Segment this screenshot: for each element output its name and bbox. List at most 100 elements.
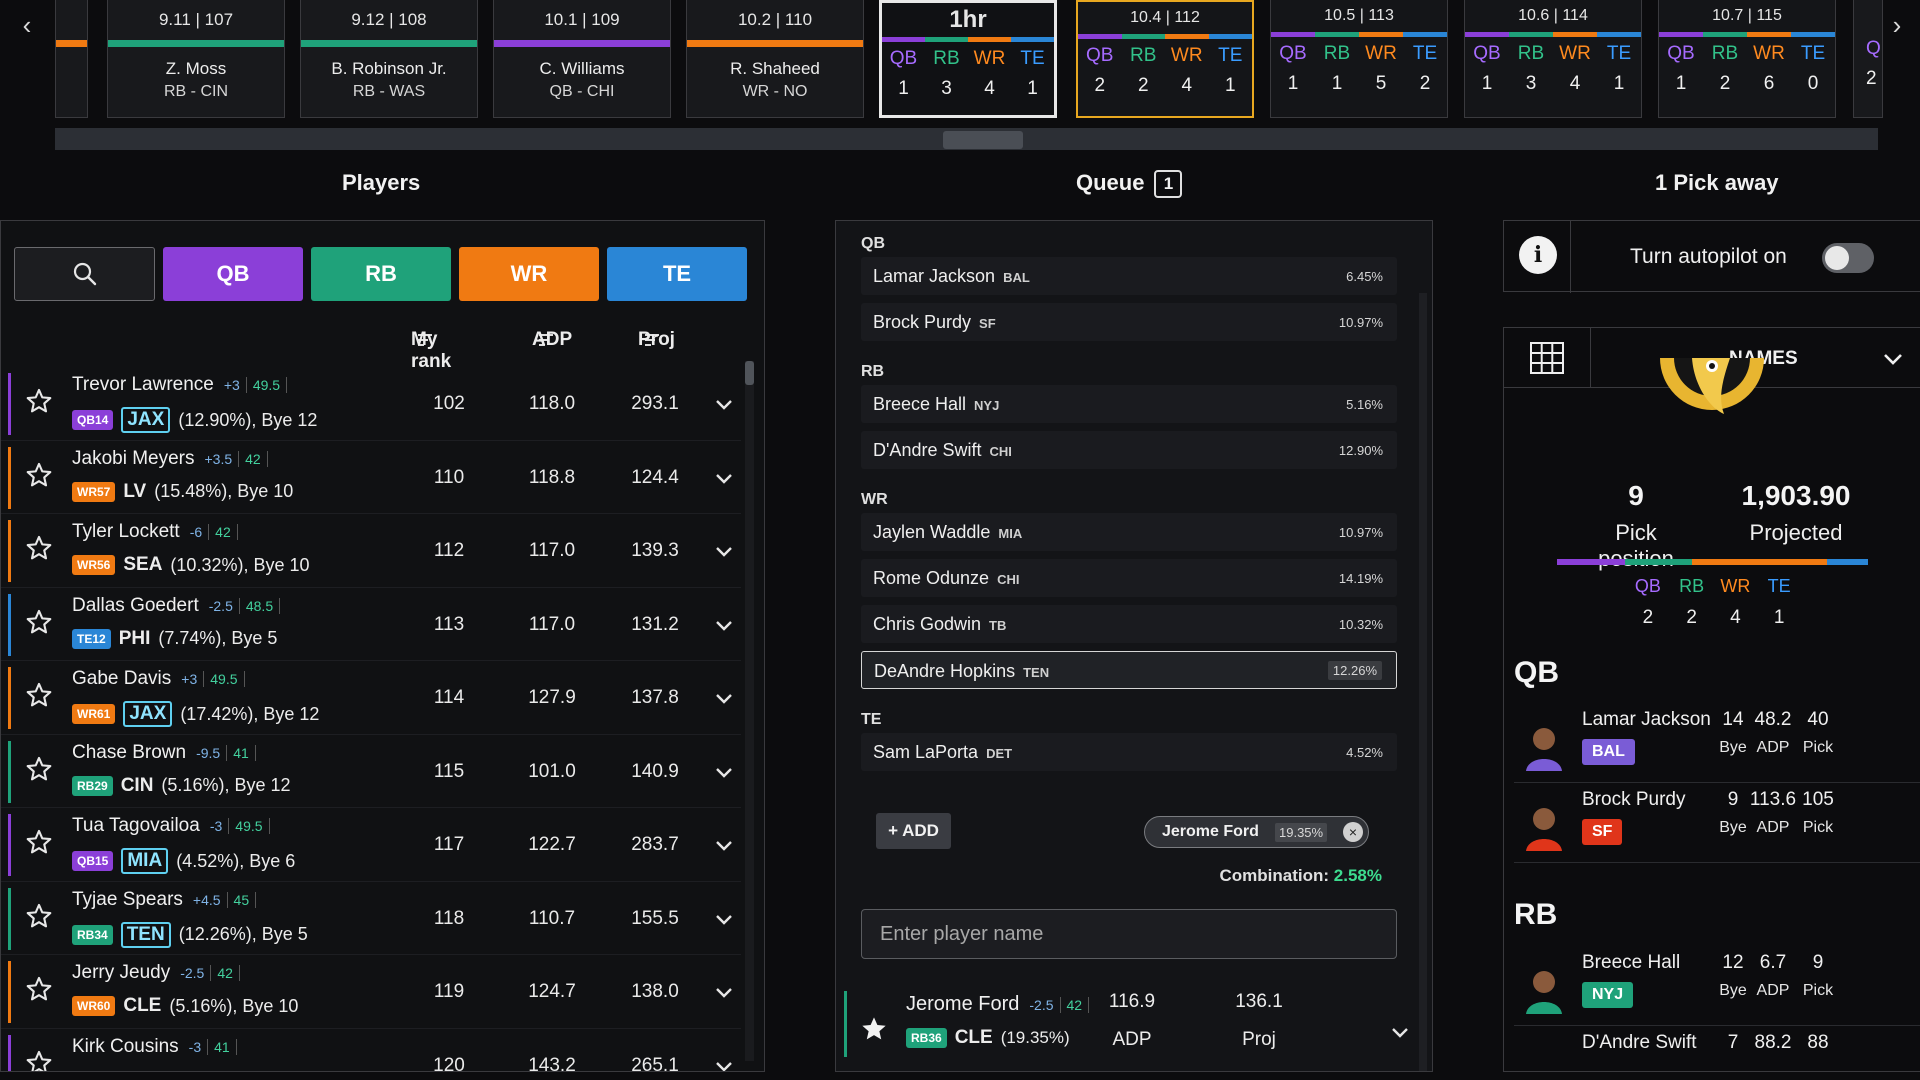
player-row[interactable]: Chase Brown -9.5 41 RB29 CIN (5.16%), Bye 12 1…: [1, 735, 741, 808]
filter-rb-button[interactable]: RB: [311, 247, 451, 301]
player-list-scrollbar[interactable]: [745, 361, 754, 1061]
player-row[interactable]: Jakobi Meyers +3.5 42 WR57 LV (15.48%), Bye 1…: [1, 441, 741, 514]
count-qb: 2: [1642, 607, 1654, 628]
queue-item[interactable]: D'Andre Swift CHI 12.90%: [861, 431, 1397, 469]
player-name: Gabe Davis: [72, 668, 172, 689]
position-color-stripe: [1078, 34, 1252, 39]
draft-card-upcoming[interactable]: 10.6 | 114 QB RB WR TE 1 3 4 1: [1464, 0, 1642, 118]
filter-qb-button[interactable]: QB: [163, 247, 303, 301]
adp-delta: +3: [181, 671, 198, 687]
sort-my-rank-header[interactable]: My rank: [411, 329, 451, 372]
pick-position-value: 9: [1628, 480, 1644, 511]
position-accent: [8, 1034, 11, 1071]
player-row[interactable]: Kirk Cousins -3 41 120 143.2 265.1: [1, 1029, 741, 1072]
draft-card-picked[interactable]: 9.11 | 107 Z. Moss RB - CIN: [107, 0, 285, 118]
player-row[interactable]: Tyler Lockett -6 42 WR56 SEA (10.32%), Bye 10…: [1, 514, 741, 588]
scroll-right-arrow-icon[interactable]: ›: [1882, 10, 1912, 40]
player-row[interactable]: Gabe Davis +3 49.5 WR61 JAX (17.42%), Bye 12 1…: [1, 661, 741, 735]
player-name-line: Dallas Goedert -2.5 48.5: [72, 595, 281, 617]
player-row[interactable]: Jerry Jeudy -2.5 42 WR60 CLE (5.16%), Bye 10 1…: [1, 955, 741, 1029]
adp-value: 124.7: [528, 981, 576, 1002]
chevron-down-icon[interactable]: [713, 614, 735, 636]
chevron-down-icon[interactable]: [713, 687, 735, 709]
star-filled-icon[interactable]: [860, 1015, 888, 1043]
count-label-rb: RB: [933, 48, 960, 69]
star-icon[interactable]: [25, 608, 53, 636]
star-icon[interactable]: [25, 681, 53, 709]
draft-card-picked[interactable]: 10.1 | 109 C. Williams QB - CHI: [493, 0, 671, 118]
search-icon: [73, 262, 96, 286]
draft-card-upcoming[interactable]: 10.5 | 113 QB RB WR TE 1 1 5 2: [1270, 0, 1448, 118]
chevron-down-icon[interactable]: [713, 834, 735, 856]
draft-card-clock[interactable]: 1hr QB RB WR TE 1 3 4 1: [879, 0, 1057, 118]
player-row[interactable]: Tyjae Spears +4.5 45 RB34 TEN (12.26%), Bye 5…: [1, 882, 741, 955]
count-wr: 6: [1763, 73, 1775, 94]
queue-player-team: SF: [979, 316, 996, 331]
sort-adp-header[interactable]: ADP: [532, 329, 572, 351]
roster-player-row[interactable]: Brock Purdy SF 9 Bye 113.6 ADP 105 Pick: [1504, 783, 1920, 863]
draft-card-picked[interactable]: 10.2 | 110 R. Shaheed WR - NO: [686, 0, 864, 118]
filter-wr-button[interactable]: WR: [459, 247, 599, 301]
chevron-down-icon[interactable]: [713, 540, 735, 562]
chevron-down-icon[interactable]: [1389, 1021, 1411, 1043]
chevron-down-icon[interactable]: [713, 1055, 735, 1071]
star-icon[interactable]: [25, 534, 53, 562]
queued-player-row[interactable]: Jerome Ford -2.5 42 RB36 CLE (19.35%) 116.…: [844, 981, 1426, 1071]
adp-value: 117.0: [528, 540, 576, 561]
queue-item[interactable]: Jaylen Waddle MIA 10.97%: [861, 513, 1397, 551]
chevron-down-icon[interactable]: [713, 908, 735, 930]
chevron-down-icon[interactable]: [713, 761, 735, 783]
filter-te-button[interactable]: TE: [607, 247, 747, 301]
info-icon[interactable]: i: [1519, 236, 1557, 274]
queue-item[interactable]: Lamar Jackson BAL 6.45%: [861, 257, 1397, 295]
queue-item[interactable]: Rome Odunze CHI 14.19%: [861, 559, 1397, 597]
chevron-down-icon[interactable]: [713, 981, 735, 1003]
chevron-down-icon[interactable]: [1882, 348, 1904, 370]
add-button[interactable]: + ADD: [876, 813, 951, 849]
queue-item[interactable]: Breece Hall NYJ 5.16%: [861, 385, 1397, 423]
team-abbr: CLE: [123, 995, 162, 1016]
player-name: Trevor Lawrence: [72, 374, 214, 395]
queue-item[interactable]: Brock Purdy SF 10.97%: [861, 303, 1397, 341]
queue-player-percent: 10.32%: [1338, 617, 1383, 632]
star-icon[interactable]: [25, 755, 53, 783]
roster-player-row[interactable]: Lamar Jackson BAL 14 Bye 48.2 ADP 40 Pick: [1504, 703, 1920, 783]
draft-card-upcoming[interactable]: 10.4 | 112 QB RB WR TE 2 2 4 1: [1076, 0, 1254, 118]
star-icon[interactable]: [25, 828, 53, 856]
bye-adp: 41: [226, 744, 256, 761]
roster-player-row[interactable]: D'Andre Swift 7 88.2 88: [1504, 1026, 1920, 1071]
draft-card-picked[interactable]: 9.12 | 108 B. Robinson Jr. RB - WAS: [300, 0, 478, 118]
star-icon[interactable]: [25, 902, 53, 930]
player-row[interactable]: Dallas Goedert -2.5 48.5 TE12 PHI (7.74%), By…: [1, 588, 741, 661]
player-row[interactable]: Tua Tagovailoa -3 49.5 QB15 MIA (4.52%), Bye …: [1, 808, 741, 882]
board-scroll-thumb[interactable]: [943, 131, 1023, 149]
draft-card-upcoming[interactable]: 10.7 | 115 QB RB WR TE 1 2 6 0: [1658, 0, 1836, 118]
roster-player-row[interactable]: Breece Hall NYJ 12 Bye 6.7 ADP 9 Pick: [1504, 946, 1920, 1026]
scroll-left-arrow-icon[interactable]: ‹: [12, 10, 42, 40]
star-icon[interactable]: [25, 461, 53, 489]
chevron-down-icon[interactable]: [713, 393, 735, 415]
player-row[interactable]: Trevor Lawrence +3 49.5 QB14 JAX (12.90%), By…: [1, 367, 741, 441]
queue-player-name: Brock Purdy SF: [873, 312, 996, 332]
count-rb: 3: [1525, 73, 1537, 94]
adp-delta: -2.5: [180, 965, 205, 981]
queue-scrollbar[interactable]: [1419, 293, 1427, 1071]
my-team-panel: NAMES 9 Pick position 1,903.90 Projected…: [1503, 327, 1920, 1072]
star-icon[interactable]: [25, 1049, 53, 1071]
autopilot-toggle[interactable]: [1822, 243, 1874, 273]
scrollbar-thumb[interactable]: [745, 361, 754, 385]
chevron-down-icon[interactable]: [713, 467, 735, 489]
my-rank-value: 120: [433, 1054, 465, 1072]
queue-item[interactable]: DeAndre Hopkins TEN 12.26%: [861, 651, 1397, 689]
grid-view-icon[interactable]: [1529, 341, 1565, 375]
search-button[interactable]: [14, 247, 155, 301]
my-rank-value: 113: [433, 613, 465, 635]
queue-item[interactable]: Sam LaPorta DET 4.52%: [861, 733, 1397, 771]
player-name-input[interactable]: [861, 909, 1397, 959]
star-icon[interactable]: [25, 387, 53, 415]
close-icon[interactable]: ×: [1343, 822, 1363, 842]
sort-proj-header[interactable]: Proj: [638, 329, 675, 351]
star-icon[interactable]: [25, 975, 53, 1003]
queue-item[interactable]: Chris Godwin TB 10.32%: [861, 605, 1397, 643]
queue-player-name: D'Andre Swift CHI: [873, 440, 1012, 460]
